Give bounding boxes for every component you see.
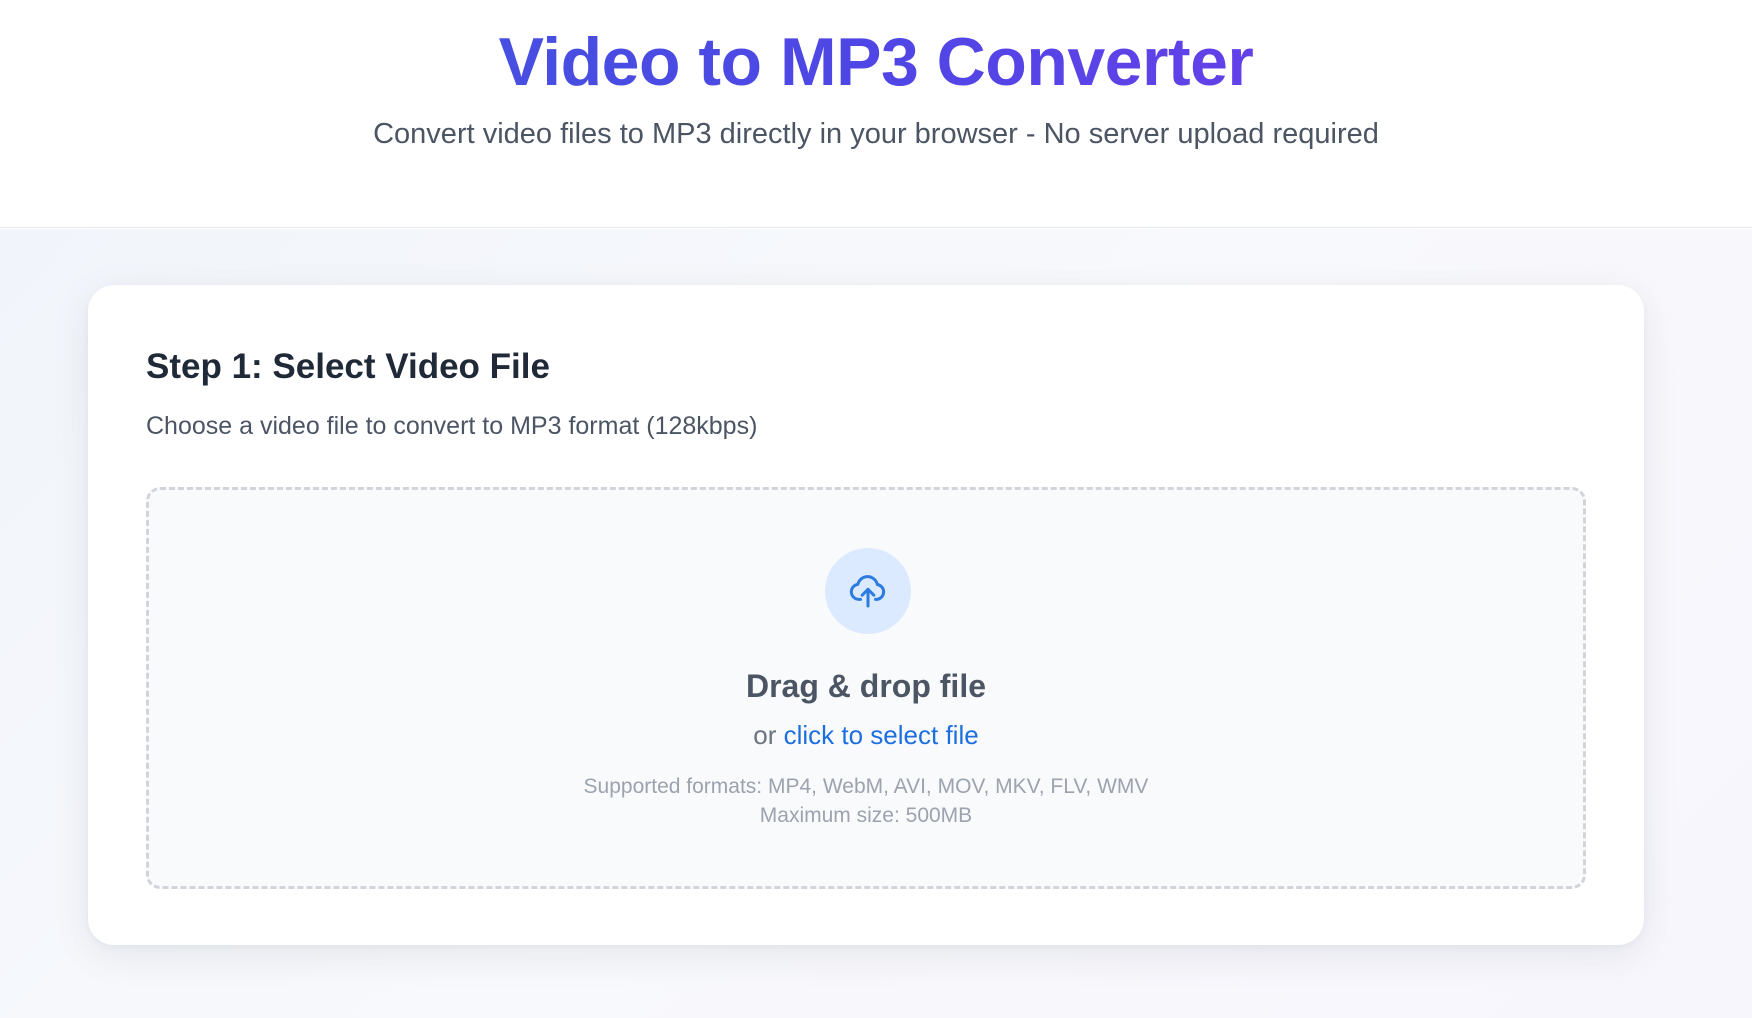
main-content: Step 1: Select Video File Choose a video… xyxy=(0,229,1752,1018)
supported-formats: Supported formats: MP4, WebM, AVI, MOV, … xyxy=(583,775,1149,798)
drop-instruction: or click to select file xyxy=(149,718,1583,752)
file-dropzone[interactable]: Drag & drop file or click to select file… xyxy=(146,487,1586,889)
step-description: Choose a video file to convert to MP3 fo… xyxy=(146,412,758,440)
upload-icon-container xyxy=(825,548,911,634)
page-title: Video to MP3 Converter xyxy=(0,22,1752,102)
max-size: Maximum size: 500MB xyxy=(759,804,973,827)
step-card: Step 1: Select Video File Choose a video… xyxy=(88,285,1644,945)
step-title: Step 1: Select Video File xyxy=(146,347,550,386)
page-header: Video to MP3 Converter Convert video fil… xyxy=(0,0,1752,228)
or-text: or xyxy=(753,720,784,750)
cloud-upload-icon xyxy=(849,575,886,608)
select-file-link[interactable]: click to select file xyxy=(784,720,979,750)
drop-title: Drag & drop file xyxy=(745,668,986,704)
page-subtitle: Convert video files to MP3 directly in y… xyxy=(373,118,1379,150)
